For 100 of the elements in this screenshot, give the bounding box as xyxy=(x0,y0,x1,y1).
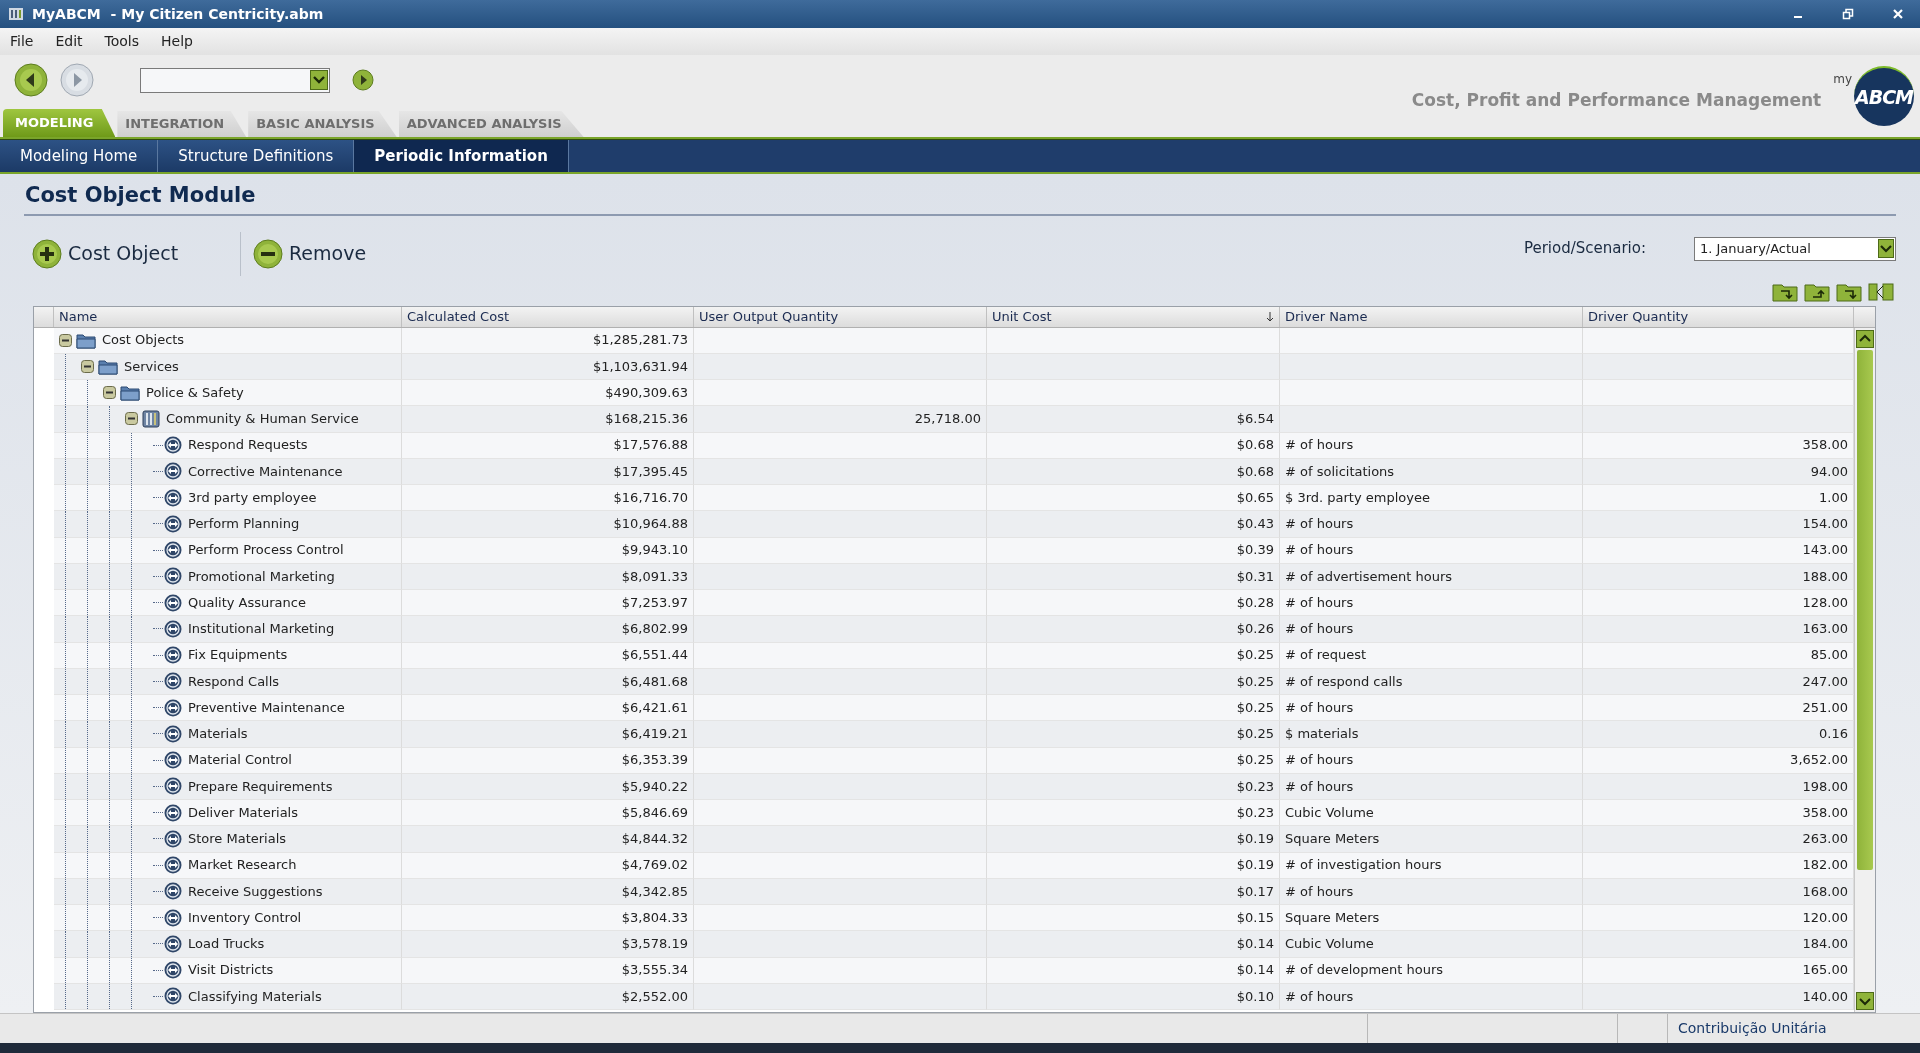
tree-node-label[interactable]: Police & Safety xyxy=(146,382,244,403)
table-cell: $0.19 xyxy=(987,826,1280,853)
tree-node-label[interactable]: Material Control xyxy=(188,750,292,770)
table-cell: # of hours xyxy=(1280,590,1583,617)
table-cell: $0.14 xyxy=(987,931,1280,958)
tree-node-label[interactable]: Store Materials xyxy=(188,829,287,849)
column-header[interactable]: Name xyxy=(54,306,402,327)
tree-node-label[interactable]: Community & Human Service xyxy=(166,409,359,429)
tab[interactable]: ADVANCED ANALYSIS xyxy=(398,111,584,137)
double-arrow-icon xyxy=(164,619,182,638)
tree-node-label[interactable]: Institutional Marketing xyxy=(188,619,335,639)
subnav-tab[interactable]: Periodic Information xyxy=(354,140,569,172)
collapse-icon[interactable] xyxy=(124,412,138,426)
back-icon[interactable] xyxy=(14,63,48,97)
menu-item[interactable]: File xyxy=(10,31,34,52)
double-arrow-icon xyxy=(164,724,182,743)
column-header[interactable]: User Output Quantity xyxy=(694,306,987,327)
column-header[interactable]: Driver Name xyxy=(1280,306,1583,327)
tab[interactable]: INTEGRATION xyxy=(117,111,247,137)
table-cell: $16,716.70 xyxy=(402,485,694,512)
tree-node-label[interactable]: Services xyxy=(124,356,179,377)
tree-node-label[interactable]: Respond Requests xyxy=(188,435,308,455)
table-cell: 3,652.00 xyxy=(1583,747,1854,774)
table-cell: 85.00 xyxy=(1583,642,1854,669)
module-title: Cost Object Module xyxy=(24,180,1896,216)
column-header[interactable]: Driver Quantity xyxy=(1583,306,1854,327)
column-header[interactable]: Unit Cost xyxy=(987,306,1280,327)
period-dropdown[interactable]: 1. January/Actual xyxy=(1694,236,1896,261)
columns-toggle-icon[interactable] xyxy=(1868,281,1894,302)
subnav-tab[interactable]: Modeling Home xyxy=(0,140,159,172)
plus-icon xyxy=(32,238,62,269)
go-icon[interactable] xyxy=(352,69,374,91)
status-text: Contribuição Unitária xyxy=(1677,1019,1828,1038)
tab[interactable]: BASIC ANALYSIS xyxy=(248,111,397,137)
add-cost-object-button[interactable]: Cost Object xyxy=(32,238,179,269)
folder-up-icon[interactable] xyxy=(1804,281,1830,302)
folder-down-icon[interactable] xyxy=(1772,281,1798,302)
window-title: MyABCM - My Citizen Centricity.abm xyxy=(32,4,324,24)
table-cell: 263.00 xyxy=(1583,826,1854,853)
table-cell: $0.17 xyxy=(987,878,1280,905)
table-cell: $0.68 xyxy=(987,458,1280,485)
table-cell: # of hours xyxy=(1280,511,1583,538)
remove-button[interactable]: Remove xyxy=(253,238,367,269)
menu-item[interactable]: Edit xyxy=(55,31,83,52)
table-cell: 163.00 xyxy=(1583,616,1854,643)
tree-node-label[interactable]: Respond Calls xyxy=(188,671,280,692)
collapse-icon[interactable] xyxy=(58,333,72,347)
tree-node-label[interactable]: Prepare Requirements xyxy=(188,776,333,797)
tree-node-label[interactable]: Inventory Control xyxy=(188,907,302,928)
collapse-icon[interactable] xyxy=(80,359,94,373)
scroll-up-icon[interactable] xyxy=(1856,329,1874,348)
tree-node-label[interactable]: Preventive Maintenance xyxy=(188,697,345,718)
table-cell: 94.00 xyxy=(1583,458,1854,485)
table-cell: # of advertisement hours xyxy=(1280,563,1583,590)
navigation-dropdown[interactable] xyxy=(140,67,330,93)
table-cell: $0.19 xyxy=(987,852,1280,879)
tree-node-label[interactable]: Market Research xyxy=(188,855,297,875)
table-cell: $4,844.32 xyxy=(402,826,694,853)
menu-item[interactable]: Help xyxy=(161,31,193,52)
tree-node-label[interactable]: Quality Assurance xyxy=(188,592,306,613)
double-arrow-icon xyxy=(164,987,182,1006)
restore-icon[interactable] xyxy=(1842,8,1854,20)
tree-node-label[interactable]: Visit Districts xyxy=(188,960,274,980)
menu-item[interactable]: Tools xyxy=(104,31,140,52)
table-cell: $490,309.63 xyxy=(402,380,694,407)
double-arrow-icon xyxy=(164,567,182,586)
table-cell: # of hours xyxy=(1280,878,1583,905)
tagline: Cost, Profit and Performance Management xyxy=(1411,89,1822,113)
tree-node-label[interactable]: Materials xyxy=(188,724,248,744)
table-cell: $10,964.88 xyxy=(402,511,694,538)
double-arrow-icon xyxy=(164,646,182,665)
tree-node-label[interactable]: Classifying Materials xyxy=(188,986,322,1007)
table-cell: $0.26 xyxy=(987,616,1280,643)
tree-node-label[interactable]: Corrective Maintenance xyxy=(188,461,343,482)
table-cell: $3,555.34 xyxy=(402,957,694,984)
collapse-icon[interactable] xyxy=(102,386,116,400)
table-cell: $2,552.00 xyxy=(402,983,694,1010)
table-cell: 251.00 xyxy=(1583,695,1854,722)
column-header[interactable]: Calculated Cost xyxy=(402,306,694,327)
tree-node-label[interactable]: Perform Planning xyxy=(188,514,300,534)
scroll-thumb[interactable] xyxy=(1857,349,1873,870)
tree-node-label[interactable]: Promotional Marketing xyxy=(188,566,335,587)
subnav-tab[interactable]: Structure Definitions xyxy=(158,140,355,172)
table-cell: $7,253.97 xyxy=(402,590,694,617)
tree-node-label[interactable]: Fix Equipments xyxy=(188,645,288,665)
scroll-down-icon[interactable] xyxy=(1856,992,1874,1010)
double-arrow-icon xyxy=(164,934,182,953)
folder-icon xyxy=(120,384,140,402)
scrollbar[interactable] xyxy=(1854,327,1875,1012)
folder-icon xyxy=(76,331,96,349)
close-icon[interactable] xyxy=(1892,8,1904,20)
folder-expand-icon[interactable] xyxy=(1836,281,1862,302)
tree-node-label[interactable]: 3rd party employee xyxy=(188,487,317,508)
tree-node-label[interactable]: Perform Process Control xyxy=(188,540,344,560)
tree-node-label[interactable]: Deliver Materials xyxy=(188,802,298,823)
tree-node-label[interactable]: Receive Suggestions xyxy=(188,881,323,902)
tree-node-label[interactable]: Load Trucks xyxy=(188,934,265,954)
tree-node-label[interactable]: Cost Objects xyxy=(102,330,185,350)
double-arrow-icon xyxy=(164,462,182,481)
double-arrow-icon xyxy=(164,436,182,455)
